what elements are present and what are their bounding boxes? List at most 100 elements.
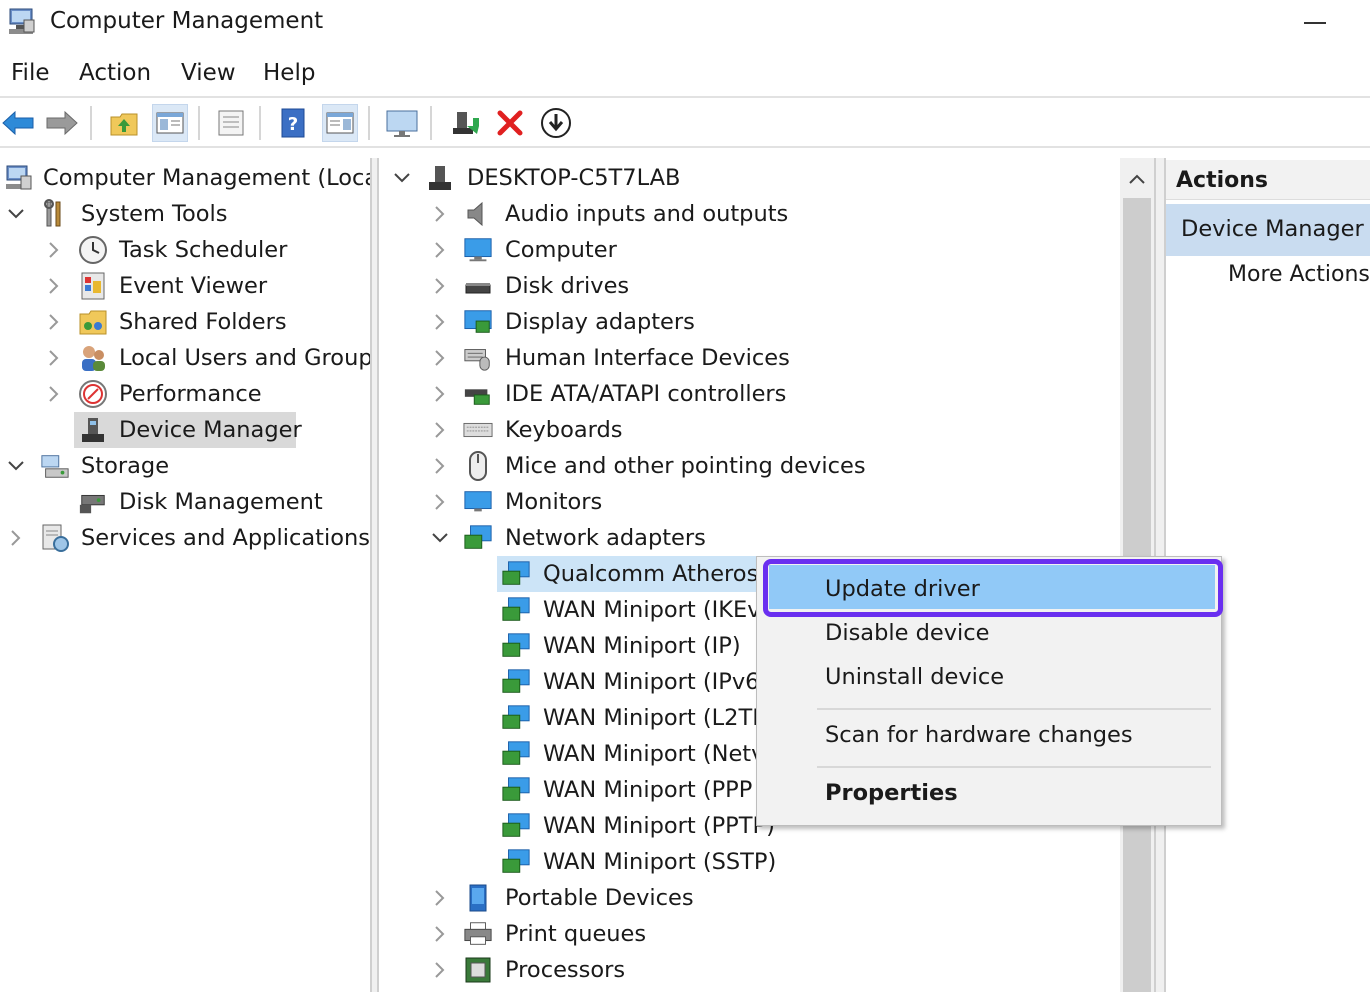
tree-label: Device Manager: [119, 417, 302, 443]
chevron-right-icon[interactable]: [430, 204, 450, 224]
properties-menu-item[interactable]: Properties: [825, 780, 958, 806]
scroll-up-icon[interactable]: [1120, 164, 1154, 194]
device-wan-miniport[interactable]: WAN Miniport (IKEv: [497, 592, 761, 628]
category-network-adapters[interactable]: Network adapters: [379, 520, 1120, 556]
chevron-right-icon[interactable]: [44, 384, 64, 404]
device-wan-miniport[interactable]: WAN Miniport (Netv: [497, 736, 764, 772]
chevron-down-icon[interactable]: [6, 456, 26, 476]
category-ide[interactable]: IDE ATA/ATAPI controllers: [379, 376, 1120, 412]
chevron-right-icon[interactable]: [430, 312, 450, 332]
chevron-down-icon[interactable]: [6, 204, 26, 224]
tree-item-disk-management[interactable]: Disk Management: [0, 484, 370, 520]
tree-item-device-manager[interactable]: Device Manager: [74, 412, 302, 448]
device-wan-miniport[interactable]: WAN Miniport (IP): [497, 628, 759, 664]
scan-hardware-menu-item[interactable]: Scan for hardware changes: [825, 722, 1133, 748]
device-wan-miniport[interactable]: WAN Miniport (PPTP): [497, 808, 775, 844]
minimize-button[interactable]: [1300, 8, 1330, 36]
menu-bar: File Action View Help: [0, 52, 1370, 98]
actions-section-device-manager[interactable]: Device Manager: [1166, 204, 1370, 256]
device-wan-miniport[interactable]: WAN Miniport (SSTP): [497, 844, 797, 880]
device-wan-miniport[interactable]: WAN Miniport (PPP: [497, 772, 759, 808]
category-label: Network adapters: [505, 525, 706, 551]
device-label: WAN Miniport (PPP: [543, 777, 753, 803]
menu-file[interactable]: File: [11, 60, 50, 86]
properties-icon[interactable]: [213, 104, 249, 142]
chevron-right-icon[interactable]: [430, 384, 450, 404]
device-root[interactable]: DESKTOP-C5T7LAB: [379, 160, 1120, 196]
up-folder-icon[interactable]: [106, 104, 142, 142]
chevron-right-icon[interactable]: [430, 924, 450, 944]
menu-view[interactable]: View: [181, 60, 236, 86]
device-wan-miniport[interactable]: WAN Miniport (IPv6: [497, 664, 759, 700]
chevron-right-icon[interactable]: [430, 348, 450, 368]
forward-arrow-icon[interactable]: [44, 104, 80, 142]
toolbar-separator: [430, 106, 432, 140]
category-keyboards[interactable]: Keyboards: [379, 412, 1120, 448]
help-icon[interactable]: ?: [275, 104, 311, 142]
chevron-right-icon[interactable]: [44, 312, 64, 332]
tree-item-system-tools[interactable]: System Tools: [0, 196, 370, 232]
tree-item-local-users-groups[interactable]: Local Users and Groups: [0, 340, 370, 376]
show-hide-tree-icon[interactable]: [152, 104, 188, 142]
more-actions-link[interactable]: More Actions: [1228, 262, 1370, 287]
category-display-adapters[interactable]: Display adapters: [379, 304, 1120, 340]
chevron-right-icon[interactable]: [430, 888, 450, 908]
chevron-right-icon[interactable]: [430, 240, 450, 260]
actions-section-label: Device Manager: [1181, 216, 1364, 242]
monitor-icon[interactable]: [384, 104, 420, 142]
tree-item-services-applications[interactable]: Services and Applications: [0, 520, 370, 556]
pane-splitter[interactable]: [370, 158, 379, 992]
disable-device-menu-item[interactable]: Disable device: [825, 620, 990, 646]
category-label: Audio inputs and outputs: [505, 201, 789, 227]
actions-header: Actions: [1166, 160, 1370, 200]
chevron-right-icon[interactable]: [6, 528, 26, 548]
chevron-down-icon[interactable]: [392, 168, 412, 188]
tree-label: Shared Folders: [119, 309, 287, 335]
category-print-queues[interactable]: Print queues: [379, 916, 1120, 952]
download-icon[interactable]: [538, 104, 574, 142]
chevron-right-icon[interactable]: [44, 276, 64, 296]
monitor-icon: [463, 235, 493, 265]
tree-item-storage[interactable]: Storage: [0, 448, 370, 484]
monitor-icon: [463, 487, 493, 517]
context-menu: Update driver Disable device Uninstall d…: [756, 556, 1223, 826]
device-wan-miniport[interactable]: WAN Miniport (L2TP: [497, 700, 766, 736]
menu-separator: [817, 708, 1211, 710]
chevron-right-icon[interactable]: [430, 420, 450, 440]
category-label: Computer: [505, 237, 617, 263]
uninstall-device-menu-item[interactable]: Uninstall device: [825, 664, 1004, 690]
menu-help[interactable]: Help: [263, 60, 315, 86]
category-monitors[interactable]: Monitors: [379, 484, 1120, 520]
menu-action[interactable]: Action: [79, 60, 151, 86]
tree-item-event-viewer[interactable]: Event Viewer: [0, 268, 370, 304]
show-hide-action-pane-icon[interactable]: [322, 104, 358, 142]
tree-item-performance[interactable]: Performance: [0, 376, 370, 412]
tree-item-task-scheduler[interactable]: Task Scheduler: [0, 232, 370, 268]
chevron-right-icon[interactable]: [44, 348, 64, 368]
back-arrow-icon[interactable]: [0, 104, 36, 142]
device-label: WAN Miniport (PPTP): [543, 813, 775, 839]
category-disk-drives[interactable]: Disk drives: [379, 268, 1120, 304]
portable-device-icon: [463, 883, 493, 913]
services-icon: [40, 523, 70, 553]
chevron-right-icon[interactable]: [430, 492, 450, 512]
update-driver-menu-item[interactable]: Update driver: [825, 576, 980, 602]
device-qualcomm-atheros[interactable]: Qualcomm Atheros: [497, 556, 759, 592]
update-driver-icon[interactable]: [448, 104, 484, 142]
chevron-right-icon[interactable]: [44, 240, 64, 260]
category-label: Display adapters: [505, 309, 695, 335]
network-adapter-icon: [463, 523, 493, 553]
category-hid[interactable]: Human Interface Devices: [379, 340, 1120, 376]
tree-item-computer-management[interactable]: Computer Management (Local: [0, 160, 370, 196]
chevron-right-icon[interactable]: [430, 456, 450, 476]
category-portable-devices[interactable]: Portable Devices: [379, 880, 1120, 916]
tree-item-shared-folders[interactable]: Shared Folders: [0, 304, 370, 340]
uninstall-icon[interactable]: [492, 104, 528, 142]
category-computer[interactable]: Computer: [379, 232, 1120, 268]
category-mice[interactable]: Mice and other pointing devices: [379, 448, 1120, 484]
chevron-right-icon[interactable]: [430, 276, 450, 296]
chevron-right-icon[interactable]: [430, 960, 450, 980]
chevron-down-icon[interactable]: [430, 528, 450, 548]
category-audio[interactable]: Audio inputs and outputs: [379, 196, 1120, 232]
category-processors[interactable]: Processors: [379, 952, 1120, 988]
